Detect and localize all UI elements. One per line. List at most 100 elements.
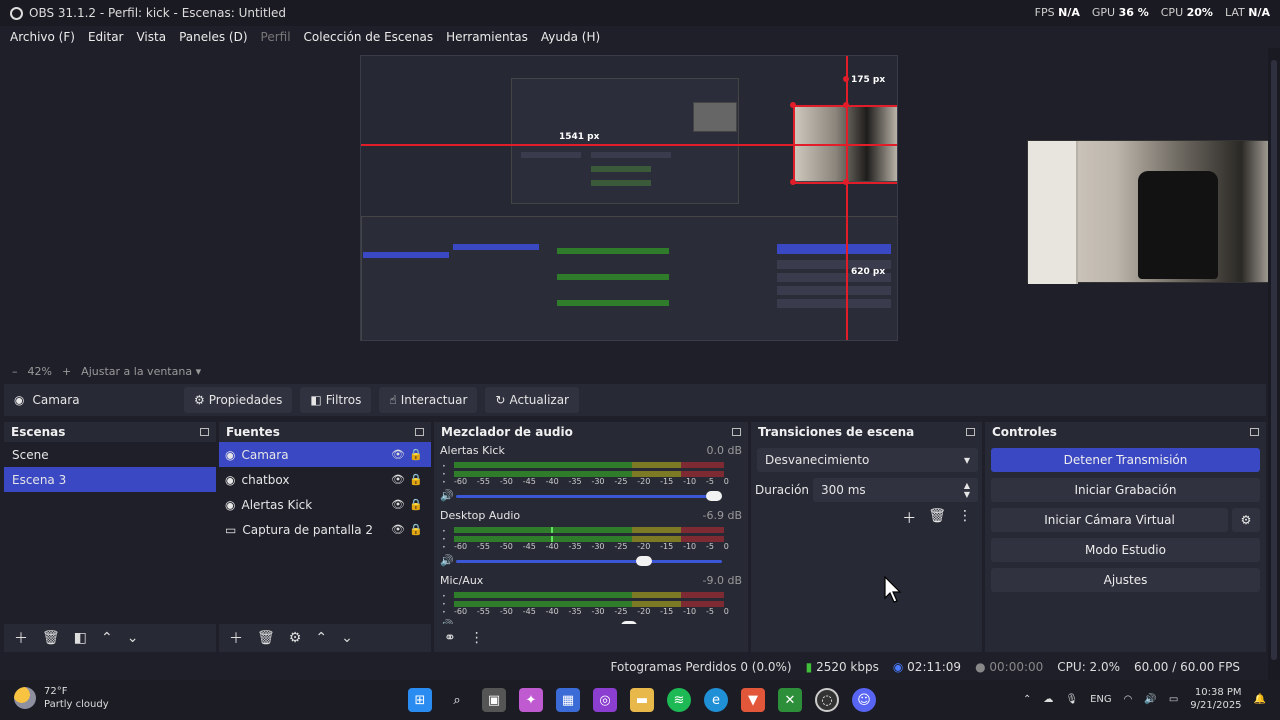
- eye-icon[interactable]: 👁: [389, 448, 407, 461]
- stop-streaming-button[interactable]: Detener Transmisión: [991, 448, 1260, 472]
- speaker-icon[interactable]: 🔊: [440, 489, 454, 502]
- float-icon[interactable]: [200, 428, 209, 436]
- capture-app-icon[interactable]: ◎: [593, 688, 617, 712]
- eye-icon[interactable]: 👁: [389, 473, 407, 486]
- menu-paneles[interactable]: Paneles (D): [179, 30, 247, 44]
- source-item[interactable]: ◉ chatbox 👁 🔒: [219, 467, 431, 492]
- more-icon[interactable]: · · ·: [442, 525, 446, 553]
- menu-perfil[interactable]: Perfil: [261, 30, 291, 44]
- source-item[interactable]: ◉ Alertas Kick 👁 🔒: [219, 492, 431, 517]
- settings-button[interactable]: Ajustes: [991, 568, 1260, 592]
- menu-archivo[interactable]: Archivo (F): [10, 30, 75, 44]
- wifi-icon[interactable]: ◠: [1124, 694, 1133, 705]
- more-icon[interactable]: · · ·: [442, 590, 446, 618]
- menu-herramientas[interactable]: Herramientas: [446, 30, 528, 44]
- xbox-icon[interactable]: ✕: [778, 688, 802, 712]
- lock-icon[interactable]: 🔒: [407, 473, 425, 486]
- resize-handle[interactable]: [843, 102, 849, 108]
- menu-coleccion-escenas[interactable]: Colección de Escenas: [304, 30, 434, 44]
- float-icon[interactable]: [732, 428, 741, 436]
- brave-icon[interactable]: ▼: [741, 688, 765, 712]
- studio-mode-button[interactable]: Modo Estudio: [991, 538, 1260, 562]
- store-icon[interactable]: ▦: [556, 688, 580, 712]
- trash-icon[interactable]: 🗑: [42, 630, 60, 646]
- chevron-down-icon[interactable]: ⌄: [341, 630, 353, 646]
- float-icon[interactable]: [1250, 428, 1259, 436]
- preview-canvas[interactable]: 175 px 1541 px 620 px: [360, 55, 898, 341]
- gear-icon[interactable]: ⚙: [289, 630, 302, 646]
- edge-icon[interactable]: e: [704, 688, 728, 712]
- file-explorer-icon[interactable]: ▬: [630, 688, 654, 712]
- weather-widget[interactable]: 72°F Partly cloudy: [14, 685, 109, 711]
- search-icon[interactable]: ⌕: [445, 688, 469, 712]
- duration-input[interactable]: 300 ms ▲ ▼: [813, 478, 978, 502]
- volume-fader[interactable]: [456, 556, 722, 566]
- chevron-up-icon[interactable]: ⌃: [315, 630, 327, 646]
- menu-ayuda[interactable]: Ayuda (H): [541, 30, 600, 44]
- lock-icon[interactable]: 🔒: [407, 448, 425, 461]
- refresh-button[interactable]: ↻ Actualizar: [485, 387, 579, 413]
- source-item-selected[interactable]: ◉ Camara 👁 🔒: [219, 442, 431, 467]
- speaker-icon[interactable]: 🔊: [440, 554, 454, 567]
- add-icon[interactable]: ＋: [229, 628, 243, 648]
- speaker-icon[interactable]: 🔊: [1144, 694, 1156, 705]
- zoom-fit-select[interactable]: Ajustar a la ventana ▾: [81, 365, 201, 378]
- scene-item[interactable]: Scene: [4, 442, 216, 467]
- spin-arrows-icon[interactable]: ▲ ▼: [964, 481, 970, 499]
- obs-taskbar-icon[interactable]: ◌: [815, 688, 839, 712]
- add-icon[interactable]: ＋: [902, 508, 916, 528]
- task-view-icon[interactable]: ▣: [482, 688, 506, 712]
- fader-knob[interactable]: [706, 491, 722, 501]
- scene-item-selected[interactable]: Escena 3: [4, 467, 216, 492]
- more-icon[interactable]: ⋮: [470, 630, 484, 646]
- discord-icon[interactable]: ☺: [852, 688, 876, 712]
- menu-editar[interactable]: Editar: [88, 30, 124, 44]
- chevron-up-icon[interactable]: ⌃: [101, 630, 113, 646]
- chevron-up-icon[interactable]: ⌃: [1023, 694, 1031, 705]
- zoom-in-button[interactable]: +: [62, 365, 71, 378]
- trash-icon[interactable]: 🗑: [257, 630, 275, 646]
- volume-fader[interactable]: [456, 491, 722, 501]
- eye-icon[interactable]: 👁: [389, 523, 407, 536]
- notification-bell-icon[interactable]: 🔔: [1254, 694, 1266, 705]
- start-virtual-camera-button[interactable]: Iniciar Cámara Virtual: [991, 508, 1228, 532]
- spotify-icon[interactable]: ≋: [667, 688, 691, 712]
- more-icon[interactable]: ⋮: [958, 508, 972, 528]
- resize-handle[interactable]: [843, 179, 849, 185]
- filter-icon[interactable]: ◧: [74, 630, 87, 646]
- preview-area[interactable]: 175 px 1541 px 620 px: [0, 48, 1280, 360]
- windows-start-icon[interactable]: ⊞: [408, 688, 432, 712]
- properties-button[interactable]: ⚙ Propiedades: [184, 387, 293, 413]
- cloud-icon[interactable]: ☁: [1043, 694, 1053, 705]
- link-icon[interactable]: ⚭: [444, 630, 456, 646]
- add-icon[interactable]: ＋: [14, 628, 28, 648]
- float-icon[interactable]: [415, 428, 424, 436]
- lock-icon[interactable]: 🔒: [407, 498, 425, 511]
- interact-button[interactable]: ☝ Interactuar: [379, 387, 478, 413]
- clock[interactable]: 10:38 PM 9/21/2025: [1190, 686, 1241, 712]
- microphone-icon[interactable]: 🎙: [1065, 694, 1078, 705]
- battery-icon[interactable]: ▭: [1169, 694, 1178, 705]
- scale-tick: -25: [614, 607, 628, 616]
- trash-icon[interactable]: 🗑: [928, 508, 946, 528]
- start-recording-button[interactable]: Iniciar Grabación: [991, 478, 1260, 502]
- resize-handle[interactable]: [790, 102, 796, 108]
- fader-knob[interactable]: [636, 556, 652, 566]
- lock-icon[interactable]: 🔒: [407, 523, 425, 536]
- resize-handle[interactable]: [843, 76, 849, 82]
- eye-icon[interactable]: 👁: [389, 498, 407, 511]
- language-indicator[interactable]: ENG: [1090, 694, 1112, 705]
- resize-handle[interactable]: [790, 179, 796, 185]
- filters-button[interactable]: ◧ Filtros: [300, 387, 372, 413]
- scrollbar-thumb[interactable]: [1271, 60, 1277, 660]
- copilot-icon[interactable]: ✦: [519, 688, 543, 712]
- window-scrollbar[interactable]: [1268, 48, 1280, 680]
- float-icon[interactable]: [966, 428, 975, 436]
- chevron-down-icon[interactable]: ⌄: [127, 630, 139, 646]
- gear-icon[interactable]: ⚙: [1232, 508, 1260, 532]
- more-icon[interactable]: · · ·: [442, 460, 446, 488]
- transition-select[interactable]: Desvanecimiento ▾: [757, 448, 978, 472]
- menu-vista[interactable]: Vista: [136, 30, 166, 44]
- source-item[interactable]: ▭ Captura de pantalla 2 👁 🔒: [219, 517, 431, 542]
- zoom-out-button[interactable]: –: [12, 365, 18, 378]
